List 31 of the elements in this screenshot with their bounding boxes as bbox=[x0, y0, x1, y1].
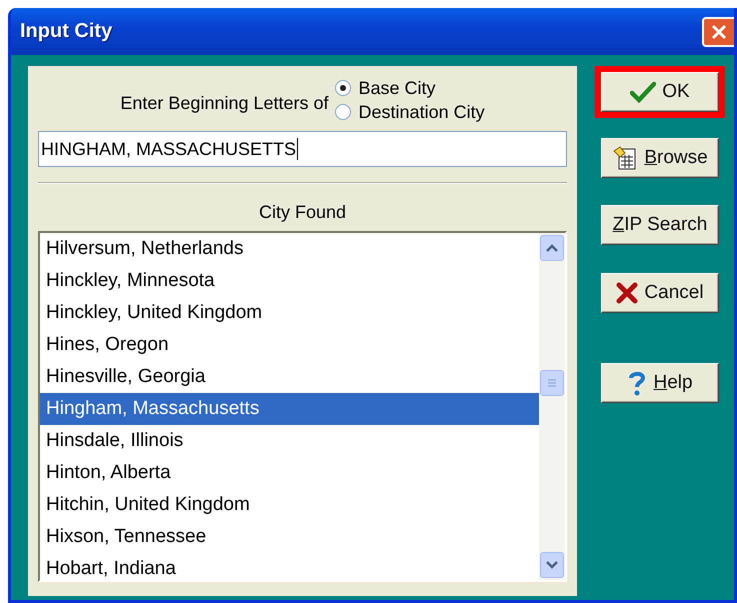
city-list-item[interactable]: Hingham, Massachusetts bbox=[40, 393, 539, 425]
prompt-label: Enter Beginning Letters of bbox=[120, 92, 329, 114]
city-list-item[interactable]: Hilversum, Netherlands bbox=[40, 233, 539, 265]
cancel-button[interactable]: Cancel bbox=[601, 273, 719, 313]
city-list-item[interactable]: Hines, Oregon bbox=[40, 329, 539, 361]
checkmark-icon bbox=[630, 81, 656, 103]
city-list-item[interactable]: Hixson, Tennessee bbox=[40, 521, 539, 553]
city-list-item[interactable]: Hobart, Indiana bbox=[40, 553, 539, 580]
city-list-item[interactable]: Hitchin, United Kingdom bbox=[40, 489, 539, 521]
city-list-item[interactable]: Hinsdale, Illinois bbox=[40, 425, 539, 457]
help-button[interactable]: Help bbox=[601, 363, 719, 403]
zip-button[interactable]: ZIP Search bbox=[601, 205, 719, 245]
question-mark-icon bbox=[627, 370, 648, 396]
scroll-up-button[interactable] bbox=[540, 235, 564, 261]
city-list-item[interactable]: Hinton, Alberta bbox=[40, 457, 539, 489]
close-button[interactable] bbox=[702, 16, 734, 46]
radio-option[interactable]: Base City bbox=[334, 76, 485, 100]
city-input-field[interactable]: HINGHAM, MASSACHUSETTS bbox=[38, 131, 567, 167]
city-list-item[interactable]: Hinckley, United Kingdom bbox=[40, 297, 539, 329]
list-heading: City Found bbox=[258, 202, 348, 223]
window-title: Input City bbox=[20, 20, 112, 43]
scroll-thumb[interactable] bbox=[540, 370, 564, 396]
document-icon bbox=[612, 145, 638, 171]
x-icon bbox=[616, 282, 638, 304]
scrollbar[interactable] bbox=[539, 233, 565, 580]
browse-button[interactable]: Browse bbox=[601, 138, 719, 178]
scroll-down-button[interactable] bbox=[540, 552, 564, 578]
ok-button[interactable]: OK bbox=[601, 72, 719, 112]
radio-option[interactable]: Destination City bbox=[334, 100, 485, 124]
city-list-item[interactable]: Hinckley, Minnesota bbox=[40, 265, 539, 297]
city-list-item[interactable]: Hinesville, Georgia bbox=[40, 361, 539, 393]
